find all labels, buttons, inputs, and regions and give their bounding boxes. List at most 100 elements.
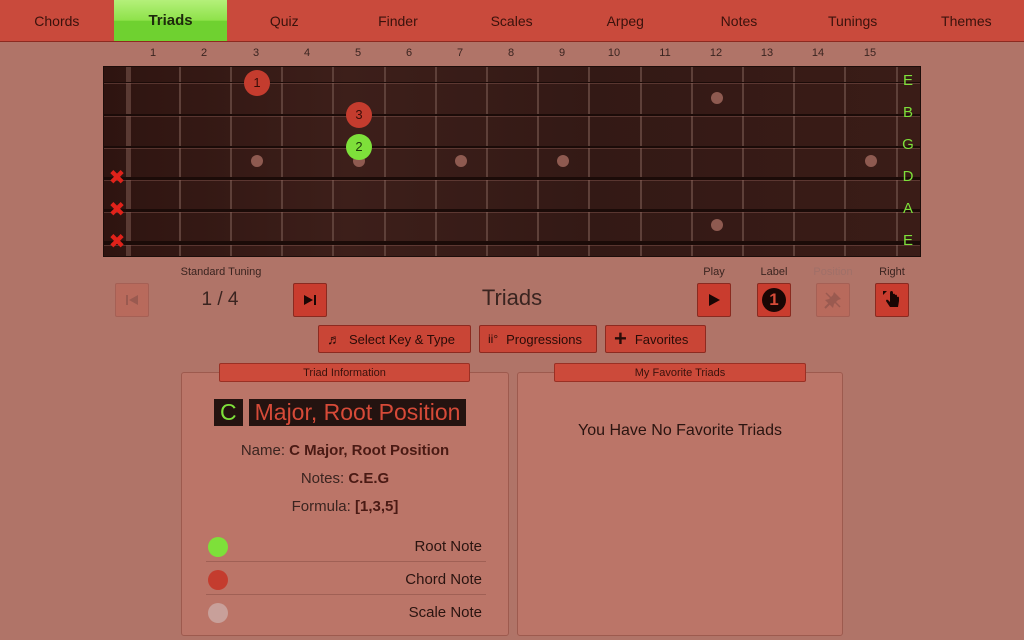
label-number-icon: 1	[762, 288, 786, 312]
music-list-icon: ♬	[327, 331, 341, 347]
tab-themes[interactable]: Themes	[910, 0, 1024, 41]
play-button[interactable]	[697, 283, 731, 317]
label-label: Label	[760, 266, 788, 278]
handedness-button[interactable]	[875, 283, 909, 317]
notes-label: Notes:	[300, 470, 345, 487]
root-note-marker[interactable]: 2	[346, 134, 372, 160]
muted-string-d-icon[interactable]: ✖	[106, 167, 128, 189]
fret-wire	[844, 67, 846, 256]
tab-chords[interactable]: Chords	[0, 0, 114, 41]
progressions-button[interactable]: ii° Progressions	[479, 325, 597, 353]
next-button[interactable]	[293, 283, 327, 317]
name-label: Name:	[240, 442, 285, 459]
top-nav: Chords Triads Quiz Finder Scales Arpeg N…	[0, 0, 1024, 42]
note-marker[interactable]: 3	[346, 102, 372, 128]
favorites-button[interactable]: + Favorites	[605, 325, 706, 353]
fret-number: 7	[456, 47, 464, 59]
label-toggle-button[interactable]: 1	[757, 283, 791, 317]
fret-number: 2	[200, 47, 208, 59]
legend-scale-note: Scale Note	[206, 596, 486, 628]
play-icon	[709, 294, 720, 306]
triad-info-panel: Triad Information C Major, Root Position…	[181, 363, 509, 636]
fret-wire	[281, 67, 283, 256]
triad-notes-line: Notes: C.E.G	[182, 470, 508, 487]
formula-value: [1,3,5]	[355, 498, 399, 515]
fret-number: 3	[252, 47, 260, 59]
muted-string-e-icon[interactable]: ✖	[106, 231, 128, 253]
fret-wire	[793, 67, 795, 256]
fret-number: 12	[709, 47, 723, 59]
fret-inlay	[865, 155, 877, 167]
triad-title: C Major, Root Position	[214, 399, 467, 426]
pin-icon	[824, 292, 841, 309]
string-g	[104, 146, 920, 148]
string-name-b: B	[902, 104, 913, 121]
fret-number: 8	[507, 47, 515, 59]
string-name-a: A	[902, 200, 913, 217]
nut	[126, 67, 131, 256]
scale-note-swatch	[208, 603, 228, 623]
string-name-e: E	[902, 72, 913, 89]
progressions-label: Progressions	[506, 331, 583, 347]
string-name-d: D	[902, 168, 914, 185]
favorites-header: My Favorite Triads	[554, 363, 806, 382]
tab-notes[interactable]: Notes	[682, 0, 796, 41]
plus-icon: +	[614, 326, 627, 351]
fret-inlay	[711, 92, 723, 104]
fret-wire	[435, 67, 437, 256]
name-value: C Major, Root Position	[289, 442, 450, 459]
position-button[interactable]	[816, 283, 850, 317]
string-a	[104, 209, 920, 212]
play-label: Play	[703, 266, 725, 278]
fret-wire	[588, 67, 590, 256]
string-name-low-e: E	[902, 232, 913, 249]
select-key-type-button[interactable]: ♬ Select Key & Type	[318, 325, 471, 353]
tab-quiz[interactable]: Quiz	[227, 0, 341, 41]
fret-wire	[230, 67, 232, 256]
skip-forward-icon	[304, 295, 316, 305]
string-b	[104, 114, 920, 116]
formula-label: Formula:	[291, 498, 351, 515]
fret-inlay	[251, 155, 263, 167]
fret-wire	[691, 67, 693, 256]
tab-scales[interactable]: Scales	[455, 0, 569, 41]
fret-wire	[537, 67, 539, 256]
fret-number: 6	[405, 47, 413, 59]
muted-string-a-icon[interactable]: ✖	[106, 199, 128, 221]
position-counter: 1 / 4	[201, 289, 239, 310]
string-d	[104, 177, 920, 180]
legend-label: Scale Note	[408, 604, 482, 621]
fret-number: 13	[760, 47, 774, 59]
fret-number: 9	[558, 47, 566, 59]
string-low-e	[104, 241, 920, 245]
fret-wire	[179, 67, 181, 256]
fret-number: 15	[863, 47, 877, 59]
favorites-panel: My Favorite Triads You Have No Favorite …	[517, 363, 843, 636]
triad-type: Major, Root Position	[248, 399, 467, 426]
triad-info-header: Triad Information	[219, 363, 470, 382]
select-key-type-label: Select Key & Type	[349, 331, 455, 347]
notes-value: C.E.G	[348, 470, 390, 487]
chord-note-swatch	[208, 570, 228, 590]
fretboard[interactable]: ✖ ✖ ✖ E B G D A E 1 3 2	[103, 66, 921, 257]
tab-finder[interactable]: Finder	[341, 0, 455, 41]
previous-button[interactable]	[115, 283, 149, 317]
tab-arpeg[interactable]: Arpeg	[568, 0, 682, 41]
tab-tunings[interactable]: Tunings	[796, 0, 910, 41]
triad-name-line: Name: C Major, Root Position	[182, 442, 508, 459]
progression-icon: ii°	[488, 332, 499, 346]
favorites-empty-text: You Have No Favorite Triads	[578, 422, 782, 439]
skip-back-icon	[126, 295, 138, 305]
fret-wire	[486, 67, 488, 256]
tab-triads[interactable]: Triads	[113, 0, 228, 41]
note-marker[interactable]: 1	[244, 70, 270, 96]
triad-formula-line: Formula: [1,3,5]	[182, 498, 508, 515]
position-label: Position	[813, 266, 853, 278]
legend-label: Chord Note	[405, 571, 482, 588]
triad-key: C	[214, 399, 243, 426]
string-name-g: G	[902, 136, 914, 153]
fret-wire	[896, 67, 898, 256]
fret-wire	[332, 67, 334, 256]
fret-inlay	[557, 155, 569, 167]
fret-wire	[640, 67, 642, 256]
